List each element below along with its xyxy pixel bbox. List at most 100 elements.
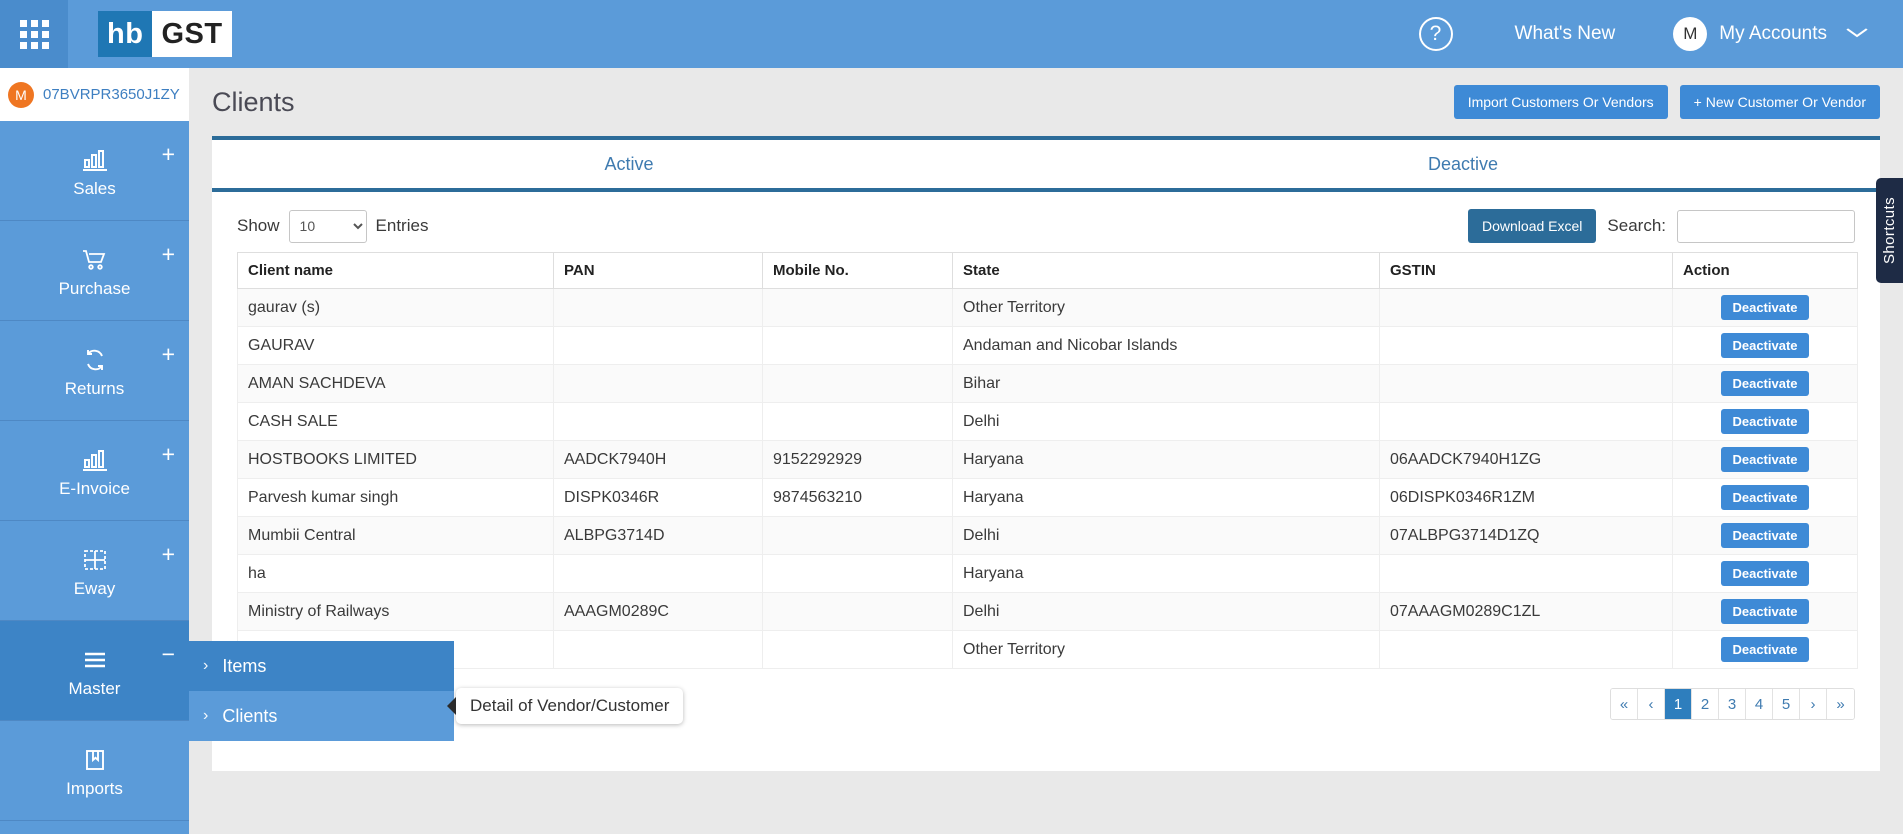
sidebar-item-returns[interactable]: Returns + <box>0 321 189 421</box>
page-header-actions: Import Customers Or Vendors + New Custom… <box>1453 85 1880 119</box>
cell-client-name: HOSTBOOKS LIMITED <box>237 440 554 479</box>
sidebar-add-e-invoice[interactable]: + <box>162 443 175 466</box>
sidebar-item-e-invoice[interactable]: E-Invoice + <box>0 421 189 521</box>
cell-state: Haryana <box>952 478 1380 517</box>
tooltip: Detail of Vendor/Customer <box>456 688 684 724</box>
col-header-mobile-no[interactable]: Mobile No. <box>762 252 953 289</box>
cell-pan <box>553 630 763 669</box>
deactivate-button[interactable]: Deactivate <box>1721 333 1809 358</box>
col-header-gstin[interactable]: GSTIN <box>1379 252 1673 289</box>
new-customer-or-vendor-button[interactable]: + New Customer Or Vendor <box>1679 85 1880 119</box>
my-accounts-label: My Accounts <box>1719 23 1827 44</box>
pagination-[interactable]: › <box>1800 689 1827 719</box>
gstin-value: 07BVRPR3650J1ZY <box>43 86 180 103</box>
col-header-action[interactable]: Action <box>1672 252 1858 289</box>
pagination-3[interactable]: 3 <box>1719 689 1746 719</box>
deactivate-button[interactable]: Deactivate <box>1721 371 1809 396</box>
whats-new-link[interactable]: What's New <box>1515 23 1616 45</box>
sidebar-item-eway[interactable]: Eway + <box>0 521 189 621</box>
deactivate-button[interactable]: Deactivate <box>1721 599 1809 624</box>
import-customers-or-vendors-button[interactable]: Import Customers Or Vendors <box>1453 85 1668 119</box>
submenu-item-clients[interactable]: › Clients <box>189 691 454 741</box>
table-row: americaOther TerritoryDeactivate <box>237 630 1858 669</box>
deactivate-button[interactable]: Deactivate <box>1721 561 1809 586</box>
pagination-[interactable]: « <box>1611 689 1638 719</box>
cell-gstin <box>1379 402 1673 441</box>
cell-action: Deactivate <box>1672 516 1858 555</box>
sidebar-item-purchase[interactable]: Purchase + <box>0 221 189 321</box>
cell-gstin <box>1379 630 1673 669</box>
pagination-1[interactable]: 1 <box>1665 689 1692 719</box>
sidebar-item-master[interactable]: Master − <box>0 621 189 721</box>
table-head: Client name PAN Mobile No. State GSTIN A… <box>237 252 1858 289</box>
sidebar-gstin[interactable]: M 07BVRPR3650J1ZY <box>0 68 189 121</box>
sidebar: M 07BVRPR3650J1ZY Sales + Purchase + Ret… <box>0 68 189 834</box>
sidebar-collapse-master[interactable]: − <box>162 643 175 666</box>
help-icon[interactable]: ? <box>1418 17 1453 51</box>
apps-grid-button[interactable] <box>0 0 68 68</box>
pagination-[interactable]: ‹ <box>1638 689 1665 719</box>
sidebar-item-sales[interactable]: Sales + <box>0 121 189 221</box>
cell-client-name: ha <box>237 554 554 593</box>
cell-action: Deactivate <box>1672 326 1858 365</box>
cell-client-name: CASH SALE <box>237 402 554 441</box>
sidebar-add-eway[interactable]: + <box>162 543 175 566</box>
cell-action: Deactivate <box>1672 478 1858 517</box>
cell-mobile-no: 9874563210 <box>762 478 953 517</box>
download-excel-button[interactable]: Download Excel <box>1468 209 1597 243</box>
deactivate-button[interactable]: Deactivate <box>1721 409 1809 434</box>
search-input[interactable] <box>1677 209 1855 243</box>
app-logo[interactable]: hb GST <box>98 11 232 57</box>
submenu-item-items[interactable]: › Items <box>189 641 454 691</box>
cell-mobile-no <box>762 516 953 555</box>
cell-mobile-no: 9152292929 <box>762 440 953 479</box>
pagination-5[interactable]: 5 <box>1773 689 1800 719</box>
deactivate-button[interactable]: Deactivate <box>1721 447 1809 472</box>
tab-active[interactable]: Active <box>212 140 1046 192</box>
col-header-client-name[interactable]: Client name <box>237 252 554 289</box>
cell-action: Deactivate <box>1672 592 1858 631</box>
col-header-state[interactable]: State <box>952 252 1380 289</box>
cell-gstin <box>1379 288 1673 327</box>
sidebar-item-imports[interactable]: Imports <box>0 721 189 821</box>
entries-select[interactable]: 10 <box>288 209 367 243</box>
my-accounts-menu[interactable]: M My Accounts <box>1673 17 1868 51</box>
entries-label: Entries <box>375 216 429 235</box>
page-header: Clients Import Customers Or Vendors + Ne… <box>212 68 1880 136</box>
deactivate-button[interactable]: Deactivate <box>1721 637 1809 662</box>
bookmark-icon <box>83 743 107 777</box>
col-header-pan[interactable]: PAN <box>553 252 763 289</box>
table-row: Ministry of Railways AAAGM0289C Delhi 07AAA… <box>237 592 1858 631</box>
shortcuts-tab[interactable]: Shortcuts <box>1876 178 1903 283</box>
table-row: Parvesh kumar singh DISPK0346R 9874563210 H… <box>237 478 1858 517</box>
tab-bar: Active Deactive <box>212 140 1880 192</box>
sidebar-add-sales[interactable]: + <box>162 143 175 166</box>
table-row: GAURAV Andaman and Nicobar Islands Deactiv… <box>237 326 1858 365</box>
shopping-cart-icon <box>81 243 109 277</box>
cell-client-name: gaurav (s) <box>237 288 554 327</box>
pagination-2[interactable]: 2 <box>1692 689 1719 719</box>
search-label: Search: <box>1607 216 1666 235</box>
cell-action: Deactivate <box>1672 630 1858 669</box>
deactivate-button[interactable]: Deactivate <box>1721 485 1809 510</box>
sidebar-add-purchase[interactable]: + <box>162 243 175 266</box>
pagination-[interactable]: » <box>1827 689 1854 719</box>
cell-state: Delhi <box>952 516 1380 555</box>
chevron-down-icon <box>1846 25 1868 43</box>
cell-action: Deactivate <box>1672 402 1858 441</box>
cell-action: Deactivate <box>1672 364 1858 403</box>
grid-table-icon <box>82 543 108 577</box>
sidebar-item-label: Master <box>68 678 121 698</box>
gstin-avatar: M <box>8 81 34 108</box>
cell-pan <box>553 364 763 403</box>
sidebar-add-returns[interactable]: + <box>162 343 175 366</box>
shortcuts-label: Shortcuts <box>1881 197 1898 264</box>
bar-chart-icon <box>82 143 108 177</box>
deactivate-button[interactable]: Deactivate <box>1721 523 1809 548</box>
deactivate-button[interactable]: Deactivate <box>1721 295 1809 320</box>
cell-state: Andaman and Nicobar Islands <box>952 326 1380 365</box>
table-toolbar: Show 10 Entries Download Excel Search: <box>212 192 1880 252</box>
chevron-right-icon: › <box>203 707 209 724</box>
tab-deactive[interactable]: Deactive <box>1046 140 1880 188</box>
pagination-4[interactable]: 4 <box>1746 689 1773 719</box>
